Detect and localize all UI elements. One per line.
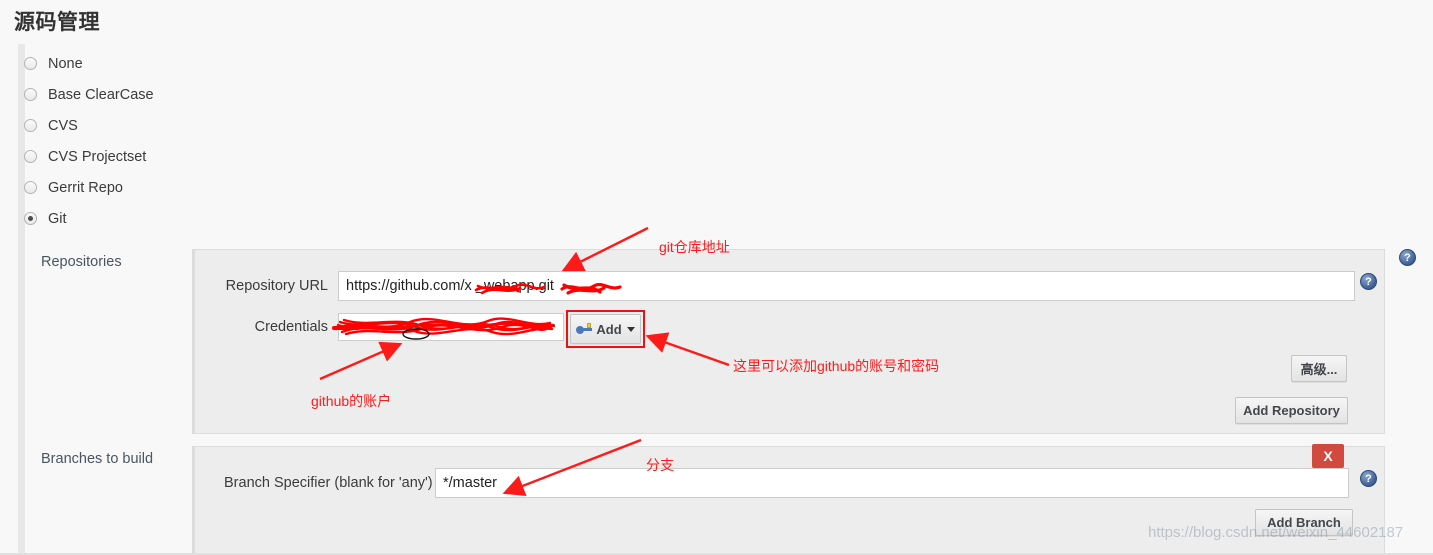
watermark: https://blog.csdn.net/weixin_44602187: [1148, 524, 1404, 541]
chevron-down-icon: [545, 324, 555, 330]
branch-specifier-help-icon[interactable]: ?: [1360, 470, 1377, 487]
credentials-row: Credentials: [224, 313, 564, 341]
repository-url-label: Repository URL: [225, 278, 328, 294]
scm-option-label: None: [48, 55, 83, 72]
radio-none[interactable]: [24, 57, 37, 70]
branch-specifier-input[interactable]: */master: [435, 468, 1349, 498]
radio-gerrit-repo[interactable]: [24, 181, 37, 194]
delete-branch-button[interactable]: X: [1312, 444, 1344, 468]
annotation-git-repo-url: git仓库地址: [659, 239, 730, 255]
scm-option-cvs[interactable]: CVS: [24, 110, 424, 141]
scm-option-base-clearcase[interactable]: Base ClearCase: [24, 79, 424, 110]
scm-configuration-page: 源码管理 None Base ClearCase CVS CVS Project…: [0, 0, 1433, 555]
repository-url-input[interactable]: https://github.com/x _webapp.git: [338, 271, 1355, 301]
scm-option-label: Base ClearCase: [48, 86, 154, 103]
credentials-select[interactable]: [338, 313, 564, 341]
branch-specifier-row: Branch Specifier (blank for 'any') */mas…: [224, 468, 1349, 498]
repository-url-row: Repository URL https://github.com/x _web…: [224, 271, 1355, 301]
radio-base-clearcase[interactable]: [24, 88, 37, 101]
scm-option-none[interactable]: None: [24, 48, 424, 79]
scm-option-list: None Base ClearCase CVS CVS Projectset G…: [24, 48, 424, 234]
scm-option-label: CVS: [48, 117, 78, 134]
annotation-github-credentials: 这里可以添加github的账号和密码: [733, 358, 940, 374]
radio-cvs[interactable]: [24, 119, 37, 132]
repositories-section-label: Repositories: [41, 254, 122, 270]
annotation-branch: 分支: [646, 457, 674, 473]
repositories-help-icon[interactable]: ?: [1399, 249, 1416, 266]
scm-option-label: Git: [48, 210, 67, 227]
scm-option-gerrit-repo[interactable]: Gerrit Repo: [24, 172, 424, 203]
annotation-github-account: github的账户: [311, 393, 392, 409]
scm-option-git[interactable]: Git: [24, 203, 424, 234]
scm-option-cvs-projectset[interactable]: CVS Projectset: [24, 141, 424, 172]
branches-section-label: Branches to build: [41, 451, 154, 467]
radio-cvs-projectset[interactable]: [24, 150, 37, 163]
scm-option-label: Gerrit Repo: [48, 179, 123, 196]
page-title: 源码管理: [14, 11, 100, 34]
credentials-label: Credentials: [254, 319, 328, 335]
radio-git[interactable]: [24, 212, 37, 225]
advanced-button[interactable]: 高级...: [1291, 355, 1347, 382]
scm-option-label: CVS Projectset: [48, 148, 147, 165]
repository-url-help-icon[interactable]: ?: [1360, 273, 1377, 290]
add-credentials-highlight: [566, 310, 645, 348]
branch-specifier-label: Branch Specifier (blank for 'any'): [224, 475, 433, 491]
add-repository-button[interactable]: Add Repository: [1235, 397, 1348, 424]
